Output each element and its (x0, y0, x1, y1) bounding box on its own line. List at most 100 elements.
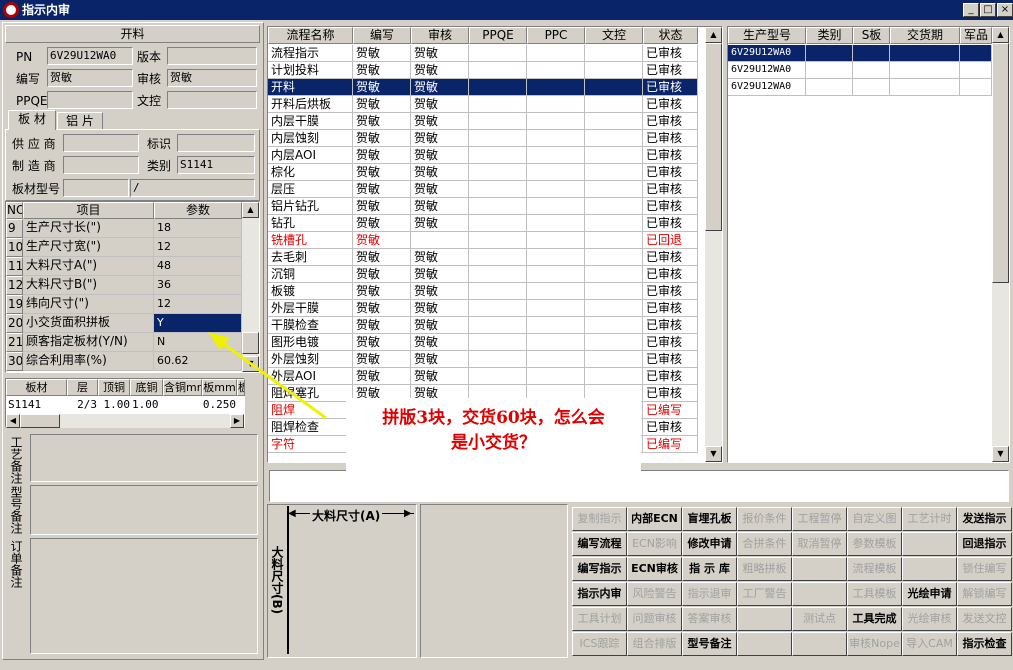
scroll-down-icon[interactable]: ▼ (705, 446, 722, 462)
param-row-value[interactable]: 12 (154, 295, 242, 314)
production-cell[interactable] (960, 62, 992, 79)
production-cell[interactable] (806, 79, 853, 96)
flow-header[interactable]: PPC (527, 27, 585, 44)
scroll-thumb[interactable] (992, 43, 1009, 283)
scroll-up-icon[interactable]: ▲ (242, 202, 259, 218)
order-note-field[interactable] (30, 538, 258, 654)
flow-header[interactable]: 状态 (643, 27, 698, 44)
action-button[interactable]: 发送文控 (957, 607, 1012, 631)
production-cell[interactable] (960, 45, 992, 62)
action-button[interactable]: 报价条件 (737, 507, 792, 531)
action-button[interactable]: 锁住编写 (957, 557, 1012, 581)
production-cell[interactable] (853, 62, 890, 79)
production-header[interactable]: 交货期 (890, 27, 960, 44)
minimize-button[interactable]: _ (963, 3, 979, 17)
action-button[interactable]: 合拼条件 (737, 532, 792, 556)
scroll-left-icon[interactable]: ◀ (6, 414, 20, 428)
flow-header[interactable]: 编写 (353, 27, 411, 44)
production-cell[interactable]: 6V29U12WA0 (728, 45, 806, 62)
action-button[interactable]: 工程暂停 (792, 507, 847, 531)
action-button[interactable]: ICS跟踪 (572, 632, 627, 656)
action-button[interactable] (792, 582, 847, 606)
action-button[interactable]: 修改申请 (682, 532, 737, 556)
scroll-up-icon[interactable]: ▲ (992, 27, 1009, 43)
production-cell[interactable] (960, 79, 992, 96)
mark-field[interactable] (177, 134, 255, 152)
category-field[interactable]: S1141 (177, 156, 255, 174)
action-button[interactable]: 回退指示 (957, 532, 1012, 556)
action-button[interactable]: 测试点 (792, 607, 847, 631)
production-scrollbar[interactable]: ▲ ▼ (992, 27, 1009, 462)
model-field[interactable] (63, 179, 129, 197)
action-button[interactable]: 导入CAM (902, 632, 957, 656)
hscroll-thumb[interactable] (20, 414, 60, 428)
action-button[interactable]: ECN影响 (627, 532, 682, 556)
maximize-button[interactable]: □ (980, 3, 996, 17)
production-cell[interactable] (806, 45, 853, 62)
action-button[interactable]: ECN审核 (627, 557, 682, 581)
production-cell[interactable] (890, 45, 960, 62)
param-row-value[interactable]: 12 (154, 238, 242, 257)
pn-field[interactable]: 6V29U12WA0 (47, 47, 133, 65)
action-button[interactable]: 解锁编写 (957, 582, 1012, 606)
wenkong-field[interactable] (167, 91, 257, 109)
action-button[interactable]: 型号备注 (682, 632, 737, 656)
action-button[interactable]: 答案审核 (682, 607, 737, 631)
ppqe-field[interactable] (47, 91, 133, 109)
action-button[interactable] (737, 632, 792, 656)
action-button[interactable]: 指示退审 (682, 582, 737, 606)
action-button[interactable]: 光绘审核 (902, 607, 957, 631)
param-row-value[interactable]: 48 (154, 257, 242, 276)
action-button[interactable]: 编写流程 (572, 532, 627, 556)
action-button[interactable]: 组合排版 (627, 632, 682, 656)
action-button[interactable]: 自定义图 (847, 507, 902, 531)
model-field-2[interactable]: / (130, 179, 255, 197)
action-button[interactable]: 指示检查 (957, 632, 1012, 656)
supplier-field[interactable] (63, 134, 139, 152)
action-button[interactable]: 粗略拼板 (737, 557, 792, 581)
action-button[interactable]: 参数模板 (847, 532, 902, 556)
author-field[interactable]: 贺敏 (47, 69, 133, 87)
action-button[interactable] (902, 557, 957, 581)
tab-aluminum[interactable]: 铝 片 (57, 112, 103, 130)
flow-scrollbar[interactable]: ▲ ▼ (705, 27, 722, 462)
param-row-value[interactable]: 18 (154, 219, 242, 238)
action-button[interactable]: 工艺计时 (902, 507, 957, 531)
action-button[interactable]: 工厂警告 (737, 582, 792, 606)
action-button[interactable]: 工具计划 (572, 607, 627, 631)
action-button[interactable] (902, 532, 957, 556)
message-input[interactable] (269, 470, 1009, 502)
production-cell[interactable] (853, 45, 890, 62)
action-button[interactable]: 工具模板 (847, 582, 902, 606)
flow-header[interactable]: 流程名称 (268, 27, 353, 44)
production-cell[interactable] (806, 62, 853, 79)
action-button[interactable]: 光绘申请 (902, 582, 957, 606)
production-header[interactable]: 军品 (960, 27, 992, 44)
action-button[interactable]: 内部ECN (627, 507, 682, 531)
production-header[interactable]: 类别 (806, 27, 853, 44)
action-button[interactable]: 问题审核 (627, 607, 682, 631)
action-button[interactable]: 指 示 库 (682, 557, 737, 581)
action-button[interactable]: 指示内审 (572, 582, 627, 606)
review-field[interactable]: 贺敏 (167, 69, 257, 87)
action-button[interactable]: 流程模板 (847, 557, 902, 581)
production-cell[interactable] (853, 79, 890, 96)
flow-header[interactable]: 文控 (585, 27, 643, 44)
scroll-down-icon[interactable]: ▼ (992, 446, 1009, 462)
process-note-field[interactable] (30, 434, 258, 482)
scroll-up-icon[interactable]: ▲ (705, 27, 722, 43)
production-header[interactable]: S板 (853, 27, 890, 44)
flow-header[interactable]: PPQE (469, 27, 527, 44)
production-header[interactable]: 生产型号 (728, 27, 806, 44)
action-button[interactable]: 取消暂停 (792, 532, 847, 556)
flow-header[interactable]: 审核 (411, 27, 469, 44)
action-button[interactable] (792, 632, 847, 656)
action-button[interactable] (737, 607, 792, 631)
model-note-field[interactable] (30, 485, 258, 535)
action-button[interactable]: 风险警告 (627, 582, 682, 606)
action-button[interactable]: 复制指示 (572, 507, 627, 531)
close-button[interactable]: × (997, 3, 1013, 17)
version-field[interactable] (167, 47, 257, 65)
action-button[interactable]: 发送指示 (957, 507, 1012, 531)
action-button[interactable]: 工具完成 (847, 607, 902, 631)
